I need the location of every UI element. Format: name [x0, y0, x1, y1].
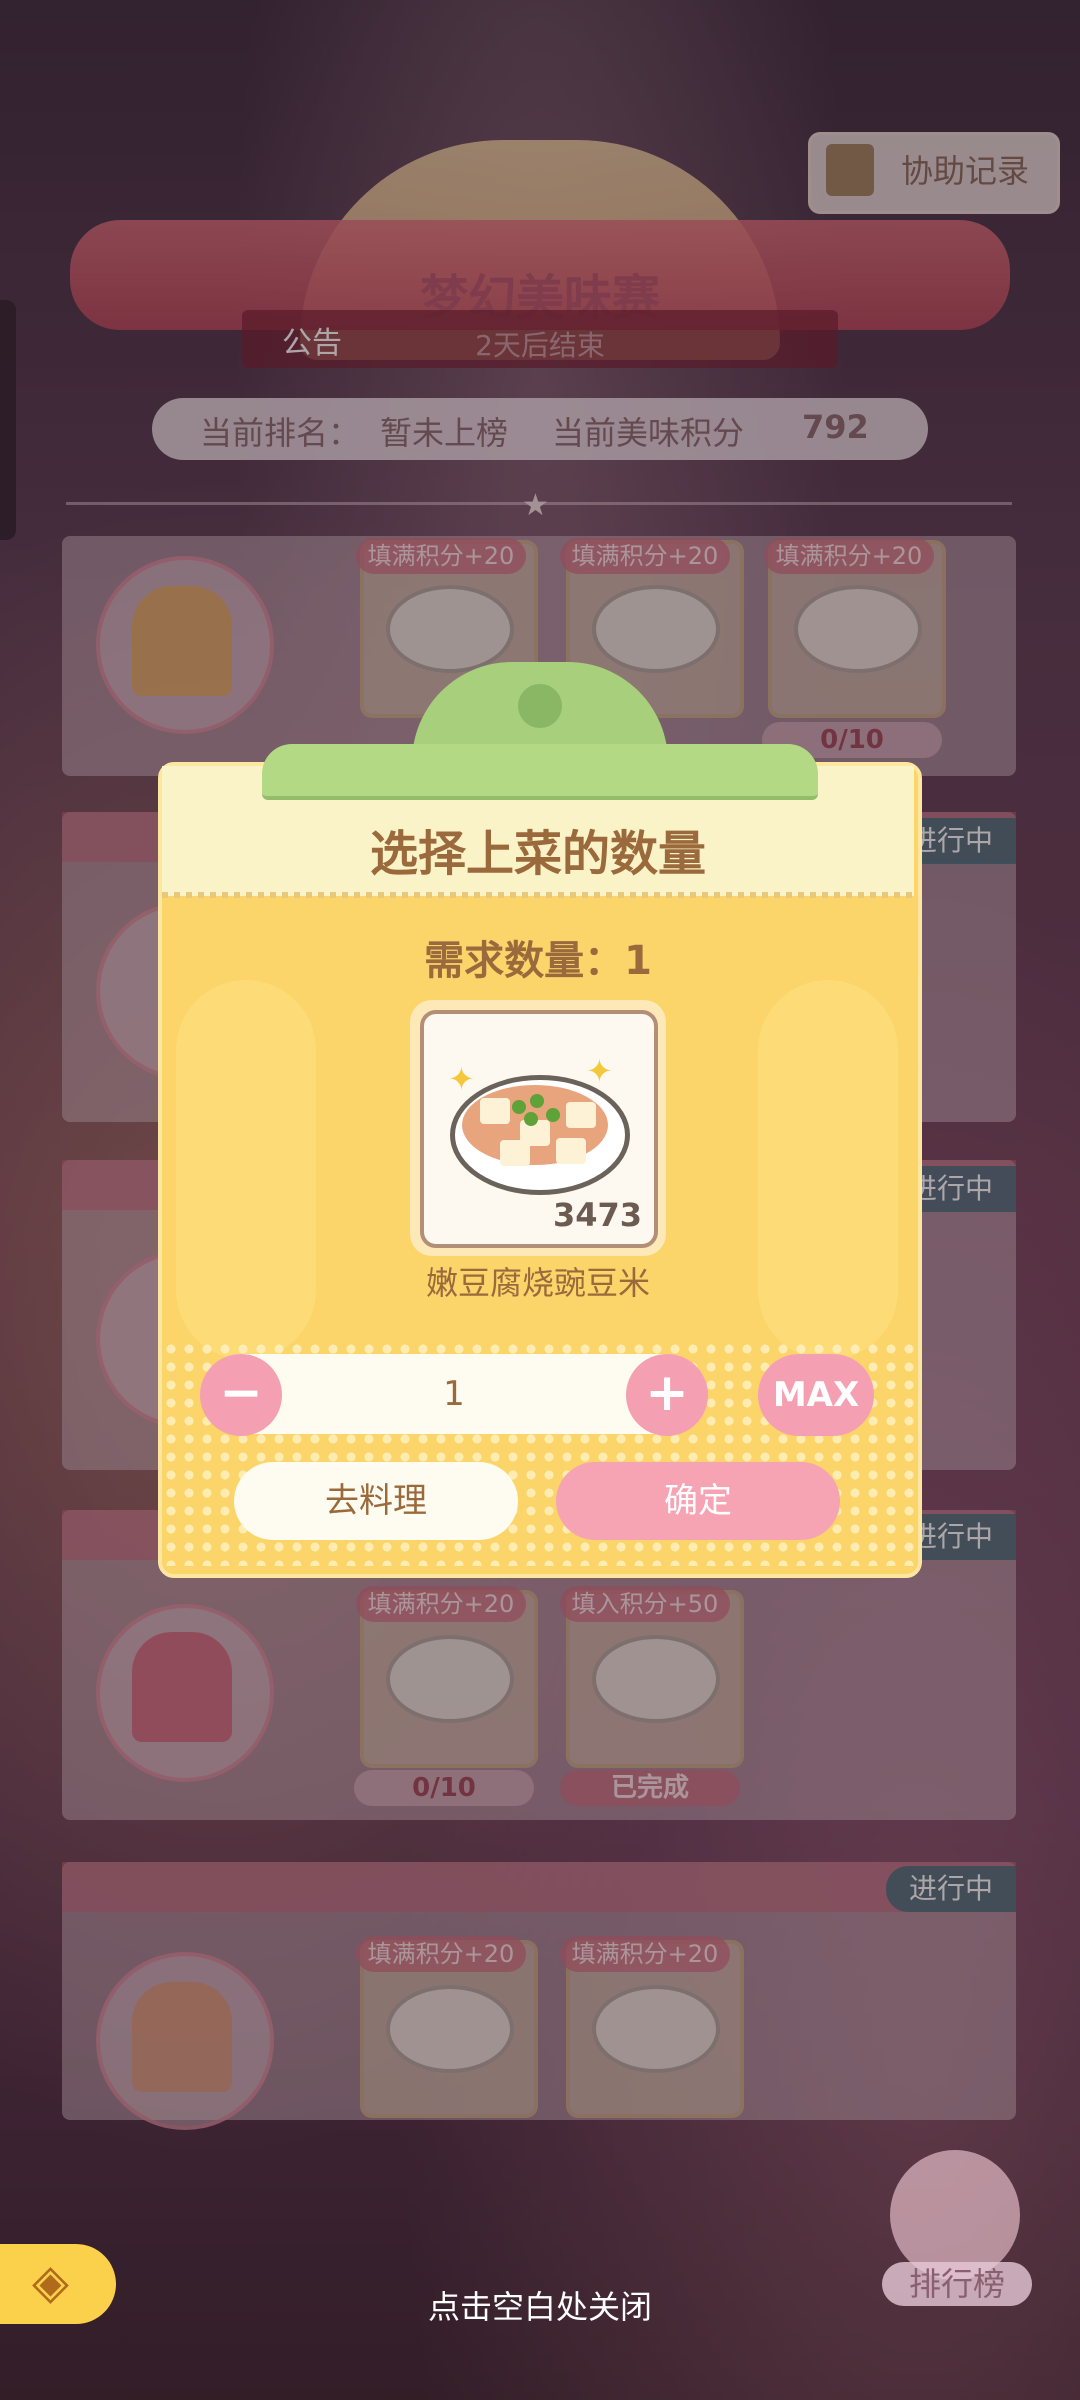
decrease-button[interactable]: − — [200, 1354, 282, 1436]
pea — [546, 1108, 560, 1122]
clipboard-bar — [262, 744, 818, 800]
tofu-piece — [556, 1138, 586, 1164]
confirm-button[interactable]: 确定 — [556, 1462, 840, 1540]
leaderboard-cake-icon[interactable] — [890, 2150, 1020, 2280]
item-count: 3473 — [552, 1196, 642, 1234]
modal-header-divider — [162, 892, 914, 898]
leaderboard-button[interactable]: 排行榜 — [882, 2262, 1032, 2306]
pea — [530, 1094, 544, 1108]
required-quantity: 需求数量：1 — [424, 938, 652, 984]
quantity-value[interactable]: 1 — [282, 1374, 626, 1414]
tofu-piece — [480, 1098, 510, 1124]
item-name: 嫩豆腐烧豌豆米 — [425, 1264, 650, 1302]
pea — [512, 1100, 526, 1114]
tofu-piece — [566, 1102, 596, 1128]
modal-title: 选择上菜的数量 — [369, 826, 706, 882]
go-cook-button[interactable]: 去料理 — [234, 1462, 518, 1540]
tofu-piece — [500, 1140, 530, 1166]
sparkle-icon: ✦ — [586, 1052, 613, 1090]
clip-hole — [518, 684, 562, 728]
back-arrow-icon: ◈ — [32, 2254, 69, 2310]
increase-button[interactable]: + — [626, 1354, 708, 1436]
sparkle-icon: ✦ — [448, 1060, 475, 1098]
max-button[interactable]: MAX — [758, 1354, 874, 1436]
pea — [524, 1112, 538, 1126]
